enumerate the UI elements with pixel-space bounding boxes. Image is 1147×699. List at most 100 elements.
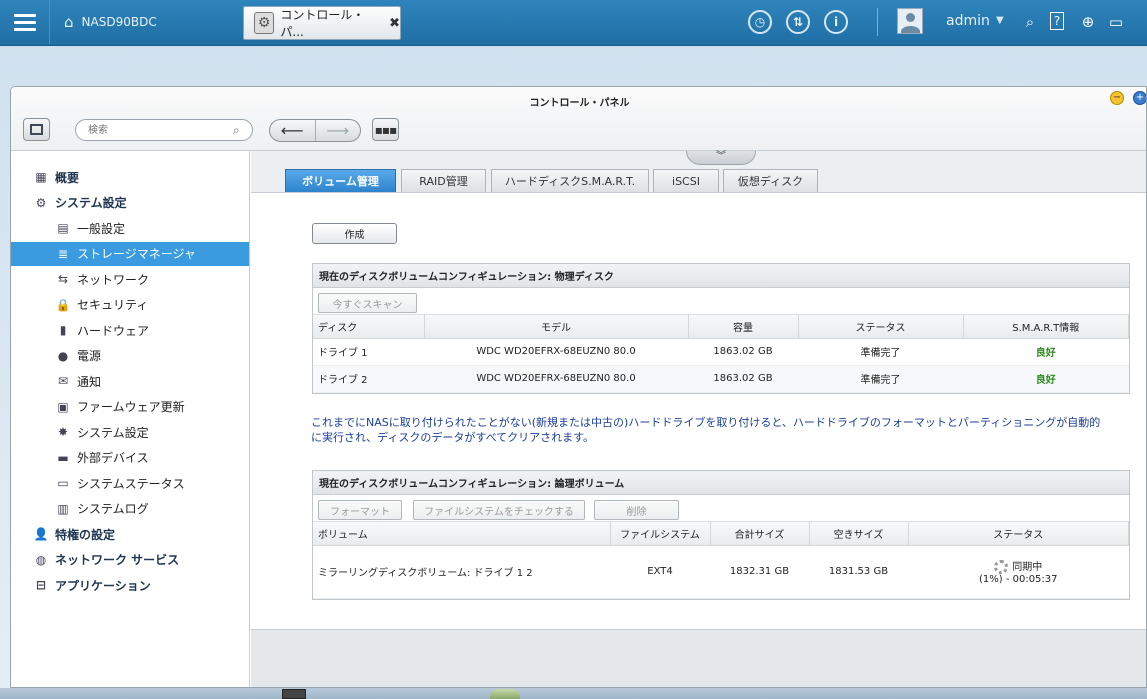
tab-volume-management[interactable]: ボリューム管理 — [285, 169, 396, 192]
general-settings-icon: ▤ — [57, 221, 69, 235]
col-model[interactable]: モデル — [424, 315, 689, 339]
sidebar-item[interactable]: ⚙ システム設定 — [11, 191, 249, 215]
tab-iscsi[interactable]: iSCSI — [653, 169, 719, 192]
sidebar-item[interactable]: ✸ システム設定 — [11, 420, 249, 444]
col-disk[interactable]: ディスク — [313, 315, 425, 339]
sidebar-item[interactable]: ▥ システムログ — [11, 497, 249, 521]
sidebar: ▦ 概要 ⚙ システム設定 ▤ 一般設定 ≣ ストレージマネージャ ⇆ ネットワーク 🔒 セキュリティ… — [11, 151, 250, 687]
check-filesystem-button[interactable]: ファイルシステムをチェックする — [413, 500, 585, 520]
history-nav: ⟵ ⟶ — [269, 119, 361, 142]
user-icon: 👤 — [33, 527, 49, 541]
delete-button[interactable]: 削除 — [594, 500, 679, 520]
logical-volume-panel: 現在のディスクボリュームコンフィギュレーション: 論理ボリューム フォーマット … — [312, 470, 1130, 600]
home-tab-label: NASD90BDC — [81, 15, 157, 29]
col-total-size[interactable]: 合計サイズ — [710, 522, 810, 546]
table-row[interactable]: ドライブ 2 WDC WD20EFRX-68EUZN0 80.0 1863.02… — [313, 365, 1129, 393]
lock-icon: 🔒 — [55, 297, 71, 312]
volume-status: 同期中 (1%) - 00:05:37 — [908, 545, 1129, 599]
sync-icon[interactable]: ⇅ — [786, 10, 810, 34]
sidebar-item[interactable]: ▭ システムステータス — [11, 471, 249, 495]
log-icon: ▥ — [57, 501, 69, 516]
sidebar-item[interactable]: ● 電源 — [11, 344, 249, 368]
col-filesystem[interactable]: ファイルシステム — [610, 522, 711, 546]
taskbar-app-icon[interactable] — [282, 689, 306, 699]
sidebar-item-label: ネットワーク サービス — [55, 553, 180, 567]
sidebar-toggle-button[interactable] — [23, 118, 50, 141]
search-input[interactable] — [75, 119, 253, 141]
forward-arrow-icon[interactable]: ⟶ — [316, 120, 361, 141]
power-icon: ● — [57, 348, 69, 363]
chevron-down-icon[interactable]: ▼ — [996, 15, 1004, 26]
info-icon[interactable]: i — [824, 10, 848, 34]
hamburger-line — [13, 13, 36, 17]
physical-disk-table: ディスク モデル 容量 ステータス S.M.A.R.T情報 ドライブ 1 WDC… — [313, 315, 1129, 393]
tab-hdd-smart[interactable]: ハードディスクS.M.A.R.T. — [491, 169, 649, 192]
divider — [877, 8, 878, 36]
sidebar-item-label: 一般設定 — [77, 221, 126, 236]
sidebar-item[interactable]: ▣ ファームウェア更新 — [11, 395, 249, 419]
tab-virtual-disk[interactable]: 仮想ディスク — [723, 169, 818, 192]
main-menu-button[interactable] — [0, 0, 50, 44]
sidebar-item[interactable]: ◍ ネットワーク サービス — [11, 548, 249, 572]
sidebar-item[interactable]: ▬ 外部デバイス — [11, 446, 249, 470]
volume-status-progress: (1%) - 00:05:37 — [978, 574, 1058, 585]
table-row[interactable]: ドライブ 1 WDC WD20EFRX-68EUZN0 80.0 1863.02… — [313, 338, 1129, 366]
sidebar-item[interactable]: ⊟ アプリケーション — [11, 573, 249, 597]
disk-status: 準備完了 — [798, 365, 963, 393]
col-capacity[interactable]: 容量 — [688, 315, 799, 339]
control-panel-tab[interactable]: ⚙ コントロール・パ... ✖ — [243, 6, 401, 40]
disk-status: 準備完了 — [798, 338, 963, 366]
volume-total-size: 1832.31 GB — [710, 545, 809, 599]
sidebar-item-label: 電源 — [77, 349, 102, 363]
close-icon[interactable]: ✖ — [389, 16, 400, 31]
col-volume[interactable]: ボリューム — [313, 522, 611, 546]
home-tab[interactable]: ⌂ NASD90BDC — [52, 6, 237, 38]
col-volume-status[interactable]: ステータス — [908, 522, 1129, 546]
minimize-icon[interactable]: − — [1110, 91, 1124, 105]
avatar-head — [906, 13, 915, 22]
search-icon[interactable]: ⌕ — [1020, 12, 1040, 32]
sidebar-item-label: ハードウェア — [77, 323, 150, 338]
table-row[interactable]: ミラーリングディスクボリューム: ドライブ 1 2 EXT4 1832.31 G… — [313, 545, 1129, 599]
create-button[interactable]: 作成 — [312, 223, 397, 244]
col-free-size[interactable]: 空きサイズ — [809, 522, 909, 546]
desktop-icon[interactable]: ▭ — [1106, 12, 1126, 32]
disk-smart[interactable]: 良好 — [963, 365, 1129, 393]
application-icon: ⊟ — [35, 578, 47, 592]
sidebar-item[interactable]: ✉ 通知 — [11, 369, 249, 393]
clock-icon[interactable]: ◷ — [748, 10, 772, 34]
sidebar-item-label: ストレージマネージャ — [77, 247, 196, 261]
col-smart[interactable]: S.M.A.R.T情報 — [963, 315, 1129, 339]
chevron-down-icon[interactable]: ︾ — [686, 151, 756, 165]
sidebar-item[interactable]: 👤 特権の設定 — [11, 522, 249, 546]
sidebar-item-label: 特権の設定 — [55, 527, 116, 542]
taskbar-app-icon[interactable] — [490, 689, 520, 699]
col-status[interactable]: ステータス — [798, 315, 964, 339]
sidebar-item[interactable]: ≣ ストレージマネージャ — [11, 241, 249, 266]
back-arrow-icon[interactable]: ⟵ — [270, 120, 316, 141]
maximize-icon[interactable]: + — [1133, 91, 1146, 105]
home-icon: ⌂ — [64, 13, 74, 31]
sidebar-item[interactable]: 🔒 セキュリティ — [11, 293, 249, 317]
sidebar-item[interactable]: ⇆ ネットワーク — [11, 267, 249, 291]
physical-disk-panel-title: 現在のディスクボリュームコンフィギュレーション: 物理ディスク — [313, 264, 1129, 288]
app-grid-icon[interactable]: ▪▪▪ — [372, 118, 399, 141]
sidebar-item-label: ファームウェア更新 — [77, 400, 185, 414]
sidebar-item[interactable]: ▦ 概要 — [11, 165, 249, 189]
scan-now-button[interactable]: 今すぐスキャン — [318, 293, 417, 313]
tab-raid-management[interactable]: RAID管理 — [401, 169, 486, 192]
help-icon[interactable]: ? — [1050, 12, 1064, 30]
format-button[interactable]: フォーマット — [318, 500, 402, 520]
globe-icon[interactable]: ⊕ — [1078, 12, 1098, 32]
disk-smart[interactable]: 良好 — [963, 338, 1129, 366]
sidebar-item[interactable]: ▤ 一般設定 — [11, 216, 249, 240]
storage-icon: ≣ — [57, 246, 69, 261]
external-device-icon: ▬ — [57, 450, 69, 465]
avatar[interactable] — [897, 8, 923, 34]
globe-icon: ◍ — [35, 552, 47, 567]
disk-capacity: 1863.02 GB — [688, 365, 798, 393]
sidebar-item[interactable]: ▮ ハードウェア — [11, 318, 249, 342]
system-settings-icon: ✸ — [57, 425, 69, 439]
logical-volume-table: ボリューム ファイルシステム 合計サイズ 空きサイズ ステータス ミラーリングデ… — [313, 522, 1129, 599]
user-name[interactable]: admin — [946, 13, 990, 29]
